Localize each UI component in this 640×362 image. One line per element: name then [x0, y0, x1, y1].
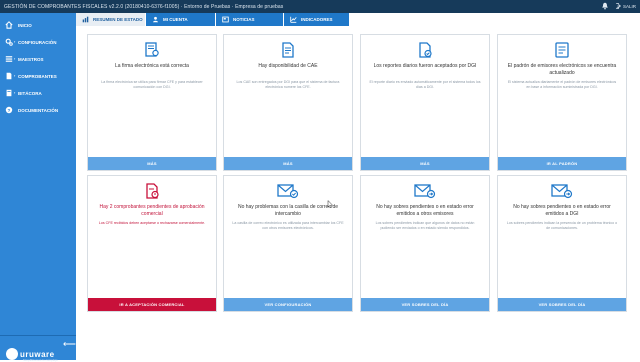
sidebar-item-label: CONFIGURACIÓN	[18, 40, 57, 45]
sidebar-item-label: DOCUMENTACIÓN	[18, 108, 59, 113]
home-icon	[5, 21, 13, 29]
expand-arrow-icon: ›	[14, 90, 16, 95]
card-description: Los CAE son entregados por DGI para que …	[236, 80, 340, 89]
status-card-aceptacion: Hay 2 comprobantes pendientes de aprobac…	[87, 175, 217, 312]
card-description: La firma electrónica se utiliza para fir…	[101, 80, 203, 89]
status-card-correo: No hay problemas con la casilla de corre…	[223, 175, 353, 312]
card-description: Los sobres pendientes indican que alguno…	[375, 221, 475, 230]
status-card-cae: Hay disponibilidad de CAE Los CAE son en…	[223, 34, 353, 171]
logo-mark-icon	[6, 348, 18, 360]
logout-icon	[616, 3, 621, 9]
tab-label: NOTICIAS	[233, 17, 255, 22]
logout-label: SALIR	[622, 3, 636, 9]
sidebar-item-comprobantes[interactable]: › COMPROBANTES	[0, 69, 76, 83]
card-description: El sistema actualiza diariamente el padr…	[507, 80, 617, 89]
sidebar-item-label: BITÁCORA	[18, 91, 42, 96]
card-button[interactable]: VER CONFIGURACIÓN	[224, 298, 352, 311]
gears-icon	[5, 38, 13, 46]
expand-arrow-icon: ›	[14, 39, 16, 44]
mail-out-icon	[414, 184, 436, 199]
bell-icon[interactable]	[601, 2, 609, 10]
card-button[interactable]: IR A ACEPTACIÓN COMERCIAL	[88, 298, 216, 311]
indicators-icon	[290, 16, 297, 23]
card-button[interactable]: MÁS	[88, 157, 216, 170]
sidebar-item-maestros[interactable]: › MAESTROS	[0, 52, 76, 66]
card-title: Hay disponibilidad de CAE	[258, 63, 318, 69]
card-button[interactable]: MÁS	[361, 157, 489, 170]
mouse-cursor-icon	[327, 200, 333, 208]
card-title: La firma electrónica está correcta	[115, 63, 189, 69]
status-card-sobres-dgi: No hay sobres pendientes o en estado err…	[497, 175, 627, 312]
tab-label: INDICADORES	[301, 17, 333, 22]
logout-button[interactable]: SALIR	[615, 3, 636, 9]
card-button[interactable]: MÁS	[224, 157, 352, 170]
tab-label: MI CUENTA	[163, 17, 188, 22]
dashboard-content: La firma electrónica está correcta La fi…	[76, 26, 640, 360]
news-icon	[222, 16, 229, 23]
sidebar-item-label: INICIO	[18, 23, 32, 28]
document-icon	[6, 72, 12, 80]
mail-check-icon	[277, 184, 299, 199]
status-card-padron: El padrón de emisores electrónicos se en…	[497, 34, 627, 171]
tab-bar: RESUMEN DE ESTADO MI CUENTA NOTICIAS IND…	[76, 13, 640, 26]
tab-label: RESUMEN DE ESTADO	[93, 17, 143, 22]
book-icon	[6, 89, 12, 97]
report-check-icon	[419, 42, 432, 58]
title-bar: GESTIÓN DE COMPROBANTES FISCALES v2.2.0 …	[0, 0, 640, 13]
card-title: No hay sobres pendientes o en estado err…	[376, 204, 474, 217]
document-alert-icon	[146, 183, 159, 199]
tab-resumen-de-estado[interactable]: RESUMEN DE ESTADO	[76, 13, 145, 26]
status-card-reportes: Los reportes diarios fueron aceptados po…	[360, 34, 490, 171]
sidebar-item-configuracion[interactable]: › CONFIGURACIÓN	[0, 35, 76, 49]
logo-tagline: Simplificamos lo complejo	[23, 358, 58, 362]
tab-noticias[interactable]: NOTICIAS	[216, 13, 283, 26]
card-description: La casilla de correo electrónico es util…	[232, 221, 344, 230]
chart-icon	[82, 16, 89, 23]
card-title: Hay 2 comprobantes pendientes de aprobac…	[99, 204, 205, 217]
sidebar-item-inicio[interactable]: INICIO	[0, 18, 76, 32]
card-description: Los sobres pendientes indican la presenc…	[506, 221, 618, 230]
registry-icon	[555, 42, 569, 58]
sidebar-item-documentacion[interactable]: ? DOCUMENTACIÓN	[0, 103, 76, 117]
help-icon: ?	[5, 106, 13, 114]
sidebar-item-label: MAESTROS	[18, 57, 44, 62]
card-button[interactable]: VER SOBRES DEL DÍA	[361, 298, 489, 311]
expand-arrow-icon: ›	[14, 73, 16, 78]
tab-mi-cuenta[interactable]: MI CUENTA	[146, 13, 215, 26]
cae-document-icon	[282, 42, 294, 58]
sidebar-footer: ⟵ uruware Simplificamos lo complejo	[0, 335, 76, 362]
certificate-icon	[145, 42, 159, 57]
sidebar: INICIO › CONFIGURACIÓN › MAESTROS › COMP…	[0, 13, 76, 362]
card-title: No hay sobres pendientes o en estado err…	[513, 204, 611, 217]
list-icon	[5, 56, 13, 62]
tab-indicadores[interactable]: INDICADORES	[284, 13, 349, 26]
card-title: Los reportes diarios fueron aceptados po…	[373, 63, 477, 69]
status-card-sobres-emisores: No hay sobres pendientes o en estado err…	[360, 175, 490, 312]
card-title: El padrón de emisores electrónicos se en…	[507, 63, 617, 76]
svg-text:?: ?	[8, 108, 11, 114]
card-description: El reporte diario es enviado automáticam…	[369, 80, 481, 89]
collapse-sidebar-button[interactable]: ⟵	[63, 340, 76, 349]
window-title: GESTIÓN DE COMPROBANTES FISCALES v2.2.0 …	[4, 3, 284, 10]
card-button[interactable]: VER SOBRES DEL DÍA	[498, 298, 626, 311]
user-icon	[153, 16, 158, 23]
card-button[interactable]: IR AL PADRÓN	[498, 157, 626, 170]
sidebar-item-label: COMPROBANTES	[18, 74, 57, 79]
expand-arrow-icon: ›	[14, 56, 16, 61]
mail-dgi-icon	[551, 184, 573, 199]
sidebar-item-bitacora[interactable]: › BITÁCORA	[0, 86, 76, 100]
card-description: Los CFE recibidos deben aceptarse o rech…	[98, 221, 206, 225]
status-card-firma: La firma electrónica está correcta La fi…	[87, 34, 217, 171]
uruware-logo: uruware Simplificamos lo complejo	[6, 348, 58, 362]
